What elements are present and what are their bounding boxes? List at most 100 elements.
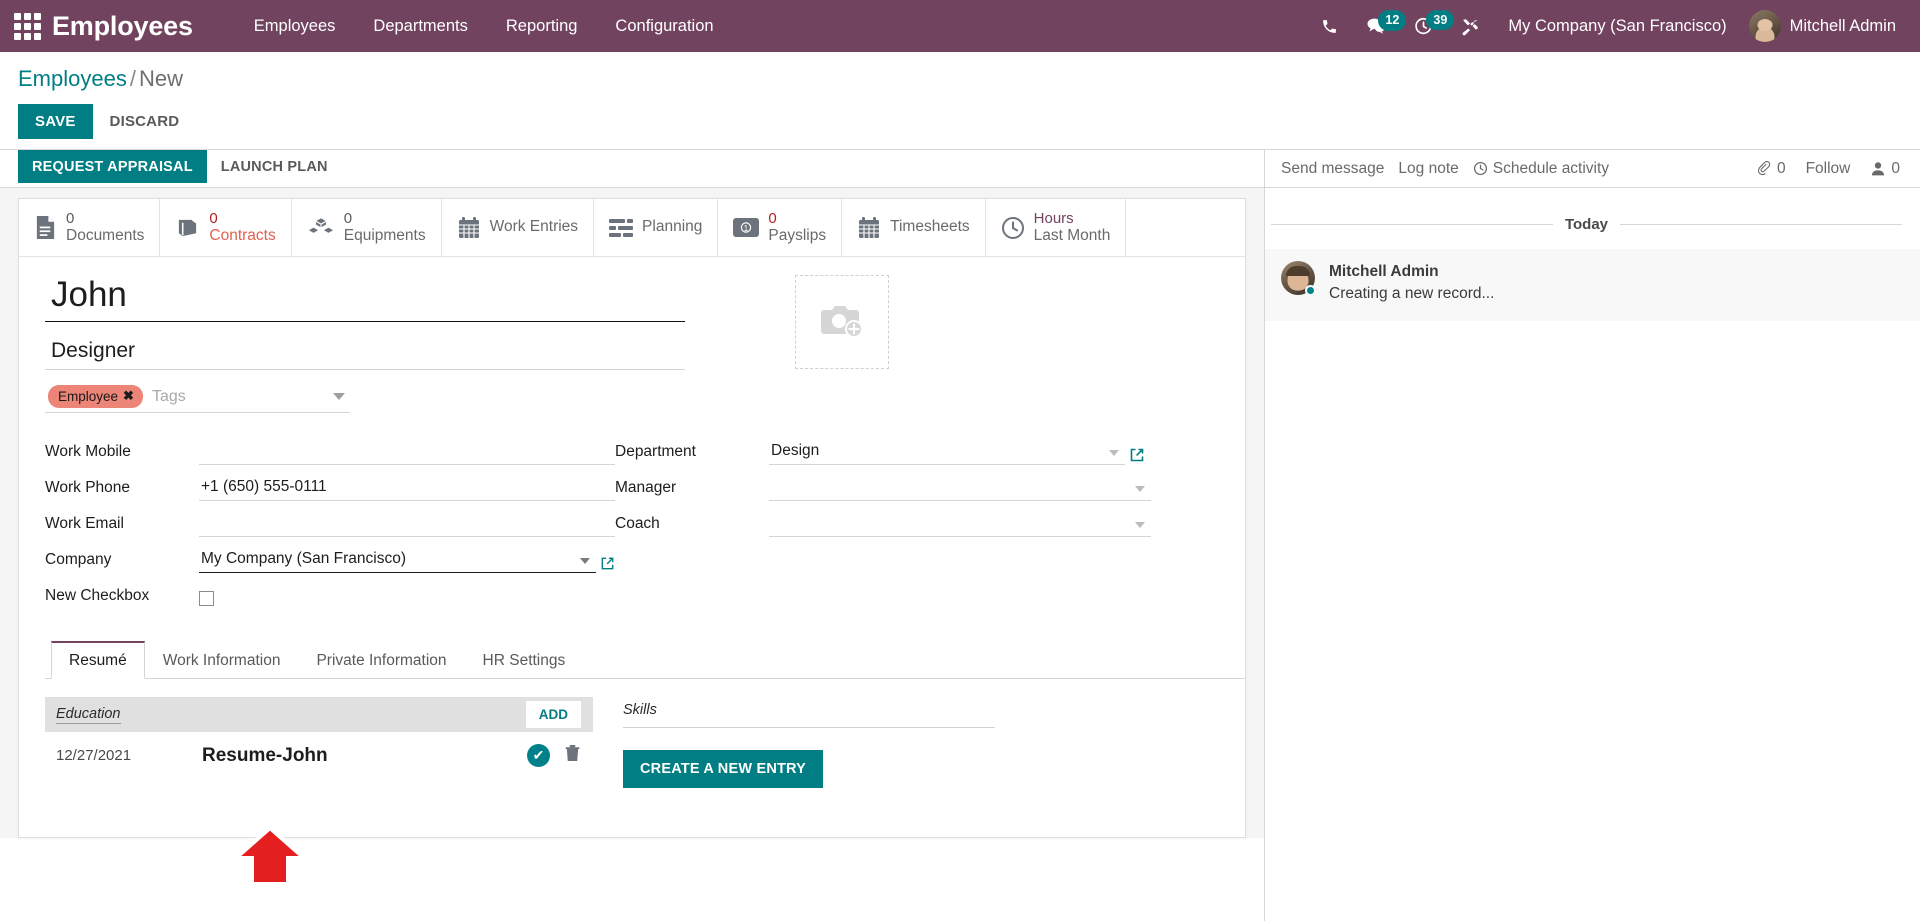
stat-label: Payslips: [768, 226, 827, 244]
boxes-icon: [306, 216, 335, 240]
chevron-down-icon[interactable]: [1135, 486, 1145, 493]
log-note-button[interactable]: Log note: [1398, 160, 1472, 178]
company-input[interactable]: [199, 548, 596, 574]
job-position-input[interactable]: [45, 331, 685, 371]
annotation-arrow-icon: [232, 826, 308, 886]
stat-button-payslips[interactable]: 1 0 Payslips: [718, 199, 843, 257]
stat-label: Contracts: [209, 226, 276, 244]
breadcrumb-employees[interactable]: Employees: [18, 66, 127, 91]
clock-icon: [1473, 162, 1487, 176]
stat-label: Last Month: [1033, 226, 1111, 244]
remove-tag-icon[interactable]: ✖: [123, 388, 134, 404]
stat-value: 0: [66, 210, 75, 228]
request-appraisal-button[interactable]: REQUEST APPRAISAL: [18, 150, 207, 184]
table-row[interactable]: 12/27/2021 Resume-John ✔: [45, 732, 593, 779]
user-name-label: Mitchell Admin: [1789, 16, 1896, 35]
resume-line-date: 12/27/2021: [56, 747, 132, 765]
field-label-new-checkbox: New Checkbox: [45, 587, 150, 605]
form-notebook: Resumé Work Information Private Informat…: [19, 641, 1245, 789]
stat-button-equipments[interactable]: 0 Equipments: [292, 199, 442, 257]
form-action-buttons: REQUEST APPRAISAL LAUNCH PLAN: [0, 150, 1264, 189]
add-photo-icon: [820, 302, 864, 343]
menu-item-employees[interactable]: Employees: [235, 9, 355, 44]
clock-icon: [1001, 216, 1025, 240]
send-message-button[interactable]: Send message: [1281, 160, 1398, 178]
work-mobile-input[interactable]: [199, 440, 615, 466]
check-icon[interactable]: ✔: [527, 744, 550, 768]
manager-input[interactable]: [769, 476, 1151, 502]
skills-section-title: Skills: [623, 702, 995, 729]
internal-link-icon[interactable]: [1129, 447, 1145, 463]
tab-work-information[interactable]: Work Information: [145, 641, 299, 679]
stat-button-timesheets[interactable]: Timesheets: [842, 199, 986, 257]
trash-icon[interactable]: [564, 744, 581, 767]
field-row-manager: Manager: [615, 471, 1151, 502]
tab-private-information[interactable]: Private Information: [298, 641, 464, 679]
field-row-department: Department: [615, 435, 1145, 466]
company-switcher[interactable]: My Company (San Francisco): [1494, 9, 1740, 44]
tab-resume[interactable]: Resumé: [51, 641, 145, 680]
chevron-down-icon[interactable]: [580, 558, 590, 565]
follow-button[interactable]: Follow: [1806, 160, 1851, 178]
apps-grid-icon[interactable]: [10, 9, 44, 43]
create-new-entry-button[interactable]: CREATE A NEW ENTRY: [623, 750, 824, 789]
activities-clock-icon[interactable]: 39: [1400, 9, 1455, 42]
debug-tools-icon[interactable]: [1447, 11, 1494, 42]
chevron-down-icon[interactable]: [1109, 450, 1119, 457]
employee-photo-upload[interactable]: [795, 275, 889, 370]
tags-field[interactable]: Employee ✖ Tags: [45, 382, 350, 414]
chatter-toolbar: Send message Log note Schedule activity …: [1265, 150, 1920, 189]
stat-button-hours-last-month[interactable]: Hours Last Month: [986, 199, 1127, 257]
breadcrumb: Employees / New: [18, 66, 1920, 91]
record-actions: SAVE DISCARD: [18, 104, 1920, 140]
add-resume-line-button[interactable]: ADD: [525, 701, 581, 729]
main-content: REQUEST APPRAISAL LAUNCH PLAN 0 Document…: [0, 150, 1920, 921]
field-row-work-phone: Work Phone: [45, 471, 615, 502]
new-checkbox[interactable]: [199, 591, 214, 607]
planning-bars-icon: [609, 218, 634, 238]
stat-button-work-entries[interactable]: Work Entries: [442, 199, 595, 257]
schedule-activity-button[interactable]: Schedule activity: [1473, 160, 1623, 178]
tab-hr-settings[interactable]: HR Settings: [465, 641, 584, 679]
chevron-down-icon[interactable]: [333, 393, 345, 401]
work-email-input[interactable]: [199, 512, 615, 538]
field-row-work-email: Work Email: [45, 507, 615, 538]
stat-label: Equipments: [343, 226, 426, 244]
stat-button-documents[interactable]: 0 Documents: [19, 199, 161, 257]
menu-item-configuration[interactable]: Configuration: [596, 9, 732, 44]
skills-block: Skills CREATE A NEW ENTRY: [623, 697, 1219, 789]
form-sheet-background: 0 Documents 0 Contracts 0 Equipments Wor…: [0, 188, 1264, 839]
coach-input[interactable]: [769, 512, 1151, 538]
tag-employee[interactable]: Employee ✖: [48, 385, 143, 409]
tags-placeholder[interactable]: Tags: [152, 388, 333, 406]
launch-plan-button[interactable]: LAUNCH PLAN: [207, 150, 342, 183]
stat-button-contracts[interactable]: 0 Contracts: [160, 199, 292, 257]
phone-icon[interactable]: [1307, 12, 1352, 41]
chatter-thread: Today Mitchell Admin Creating a new reco…: [1265, 188, 1920, 322]
internal-link-icon[interactable]: [600, 556, 615, 571]
form-sheet: 0 Documents 0 Contracts 0 Equipments Wor…: [18, 198, 1246, 839]
discard-button[interactable]: DISCARD: [93, 104, 197, 139]
work-phone-input[interactable]: [199, 476, 615, 502]
user-menu[interactable]: Mitchell Admin: [1741, 6, 1906, 46]
chevron-down-icon[interactable]: [1135, 522, 1145, 529]
resume-section-title: Education: [56, 705, 121, 724]
menu-item-reporting[interactable]: Reporting: [487, 9, 597, 44]
employee-name-input[interactable]: [45, 275, 685, 323]
book-icon: [175, 216, 200, 239]
department-input[interactable]: [769, 440, 1125, 466]
app-brand-title[interactable]: Employees: [52, 11, 193, 42]
messages-icon[interactable]: 12: [1352, 10, 1407, 41]
stat-button-planning[interactable]: Planning: [594, 199, 719, 257]
stat-value: 0: [768, 210, 777, 228]
attachment-count: 0: [1776, 159, 1786, 177]
resume-section-header: Education ADD: [45, 697, 593, 733]
attachments-counter[interactable]: 0: [1756, 160, 1786, 178]
followers-counter[interactable]: 0: [1870, 160, 1900, 178]
save-button[interactable]: SAVE: [18, 104, 93, 140]
field-row-new-checkbox: New Checkbox: [45, 579, 615, 609]
resume-line-name: Resume-John: [202, 744, 328, 766]
menu-item-departments[interactable]: Departments: [354, 9, 486, 44]
field-label-work-phone: Work Phone: [45, 479, 131, 497]
form-fields-left: Work Mobile Work Phone W: [45, 435, 615, 615]
